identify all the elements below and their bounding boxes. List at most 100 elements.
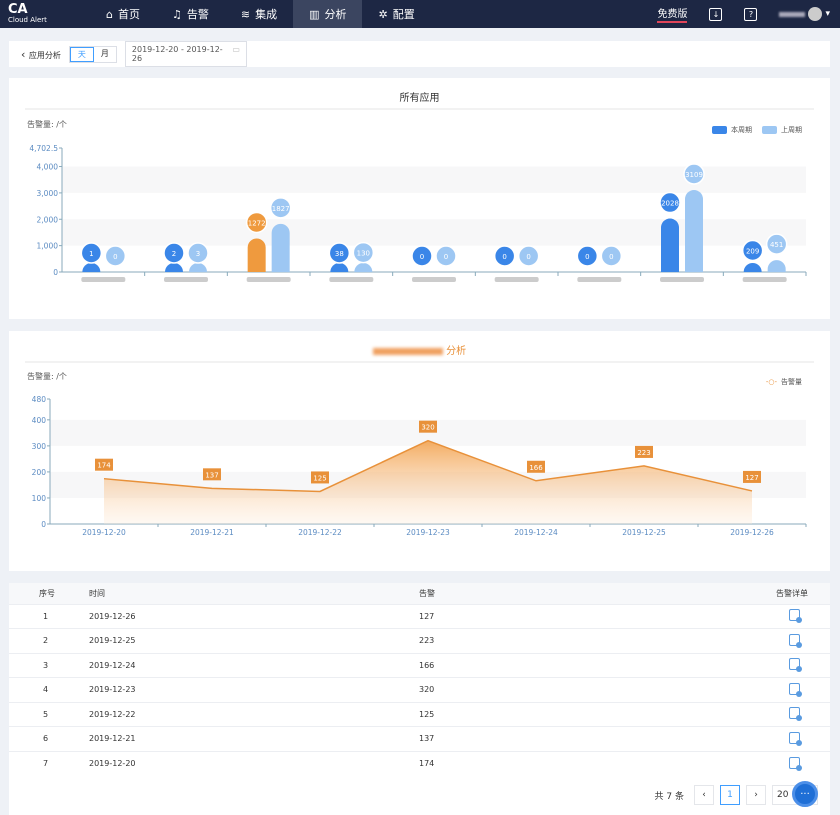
data-label: 320 xyxy=(421,424,434,432)
prev-page-button[interactable]: ‹ xyxy=(694,785,714,805)
tab-month[interactable]: 月 xyxy=(94,47,116,62)
data-label: 166 xyxy=(529,464,543,472)
table-row: 2 2019-12-25 223 xyxy=(9,628,830,653)
username-blurred xyxy=(779,11,806,17)
page-1-button[interactable]: 1 xyxy=(720,785,740,805)
data-label: 209 xyxy=(746,247,759,255)
line-chart: 0 100 200 300 400 480 2019-12-20 174 2019-12-21 1… xyxy=(32,395,807,537)
bar xyxy=(743,263,762,272)
chart-icon: ▥ xyxy=(309,7,320,21)
y-tick-label: 0 xyxy=(41,520,46,529)
data-label: 38 xyxy=(335,250,344,258)
data-label: 1827 xyxy=(272,205,290,213)
back-button[interactable]: ‹ 应用分析 xyxy=(21,48,61,61)
chevron-left-icon: ‹ xyxy=(21,47,29,61)
y-tick-label: 1,000 xyxy=(37,242,59,251)
cell-index: 4 xyxy=(9,677,89,702)
category-label-blurred xyxy=(246,277,291,282)
category-label-blurred xyxy=(412,277,456,282)
x-tick-label: 2019-12-26 xyxy=(730,528,774,537)
data-label: 3 xyxy=(196,250,200,258)
category-label-blurred xyxy=(742,277,787,282)
data-label: 130 xyxy=(357,250,370,258)
bar xyxy=(767,260,786,272)
x-tick-label: 2019-12-23 xyxy=(406,528,450,537)
logo[interactable]: CA Cloud Alert xyxy=(0,3,90,25)
layers-icon: ≋ xyxy=(240,7,251,21)
data-table-card: 序号 时间 告警 告警详单 1 2019-12-26 127 2 2019-12-25 2… xyxy=(9,583,830,815)
date-range-picker[interactable]: 2019-12-20 - 2019-12-26 ▭ xyxy=(124,41,247,67)
alert-detail-icon[interactable] xyxy=(789,756,802,771)
alert-detail-icon[interactable] xyxy=(789,731,802,746)
free-plan-link[interactable]: 免费版 xyxy=(657,5,688,23)
data-label: 1272 xyxy=(248,219,266,227)
x-tick-label: 2019-12-20 xyxy=(82,528,126,537)
y-tick-label: 300 xyxy=(32,442,47,451)
nav-item-2[interactable]: ≋ 集成 xyxy=(225,0,293,28)
bar xyxy=(82,263,101,272)
bar xyxy=(685,190,703,272)
cell-index: 2 xyxy=(9,628,89,653)
col-header: 时间 xyxy=(89,583,419,604)
data-label: 174 xyxy=(97,462,111,470)
cell-count: 137 xyxy=(419,726,513,751)
cell-index: 6 xyxy=(9,726,89,751)
y-tick-label: 4,000 xyxy=(37,163,59,172)
cell-count: 166 xyxy=(419,652,513,678)
alert-detail-icon[interactable] xyxy=(789,609,802,624)
nav-item-0[interactable]: ⌂ 首页 xyxy=(90,0,156,28)
alert-detail-icon[interactable] xyxy=(789,658,802,673)
bar-chart: 0 1,000 2,000 3,000 4,000 4,702.5 1 0 2 3 1272 1827… xyxy=(29,144,807,282)
data-table: 序号 时间 告警 告警详单 1 2019-12-26 127 2 2019-12-25 2… xyxy=(9,583,830,776)
cell-index: 5 xyxy=(9,701,89,727)
cell-date: 2019-12-23 xyxy=(89,677,419,702)
y-tick-label: 3,000 xyxy=(37,189,59,198)
col-header: 告警详单 xyxy=(512,583,830,604)
cell-date: 2019-12-20 xyxy=(89,750,419,776)
bar xyxy=(330,263,349,272)
calendar-icon: ▭ xyxy=(232,45,240,54)
y-tick-label: 480 xyxy=(32,395,47,404)
table-row: 5 2019-12-22 125 xyxy=(9,701,830,727)
col-header: 告警 xyxy=(419,583,513,604)
category-label-blurred xyxy=(494,277,539,282)
bar xyxy=(165,263,183,272)
cell-count: 127 xyxy=(419,603,513,629)
download-icon[interactable]: ↓ xyxy=(709,7,723,21)
alert-detail-icon[interactable] xyxy=(789,707,802,722)
tab-day[interactable]: 天 xyxy=(69,46,94,62)
nav-item-1[interactable]: ♫ 告警 xyxy=(156,0,225,28)
data-label: 125 xyxy=(313,474,326,482)
nav-item-4[interactable]: ✲ 配置 xyxy=(362,0,430,28)
category-label-blurred xyxy=(329,277,374,282)
x-tick-label: 2019-12-22 xyxy=(298,528,342,537)
alert-detail-icon[interactable] xyxy=(789,682,802,697)
bar xyxy=(271,223,290,272)
data-label: 1 xyxy=(89,250,93,258)
x-tick-label: 2019-12-25 xyxy=(622,528,666,537)
cell-date: 2019-12-24 xyxy=(89,652,419,678)
bar xyxy=(247,238,266,272)
data-label: 137 xyxy=(205,471,218,479)
alarm-icon: ♫ xyxy=(171,7,182,21)
next-page-button[interactable]: › xyxy=(746,785,766,805)
nav-item-3[interactable]: ▥ 分析 xyxy=(293,0,363,28)
y-tick-label: 100 xyxy=(32,494,47,503)
cell-date: 2019-12-22 xyxy=(89,701,419,727)
data-label: 0 xyxy=(585,253,589,261)
data-label: 0 xyxy=(420,253,424,261)
table-row: 1 2019-12-26 127 xyxy=(9,603,830,629)
category-label-blurred xyxy=(660,277,704,282)
cell-count: 320 xyxy=(419,677,513,702)
bar xyxy=(661,218,679,272)
data-label: 0 xyxy=(113,253,117,261)
data-label: 3109 xyxy=(685,171,703,179)
bar xyxy=(189,263,207,272)
user-menu[interactable]: ▾ xyxy=(779,7,830,21)
bar-chart-card: 所有应用 告警量: /个 本周期 上周期 0 1,000 2,000 3,000 4,0… xyxy=(9,78,830,319)
chat-support-button[interactable]: ··· xyxy=(792,781,818,807)
data-label: 0 xyxy=(526,253,530,261)
alert-detail-icon[interactable] xyxy=(789,633,802,648)
help-icon[interactable]: ? xyxy=(744,7,758,21)
y-tick-label: 2,000 xyxy=(37,215,59,224)
